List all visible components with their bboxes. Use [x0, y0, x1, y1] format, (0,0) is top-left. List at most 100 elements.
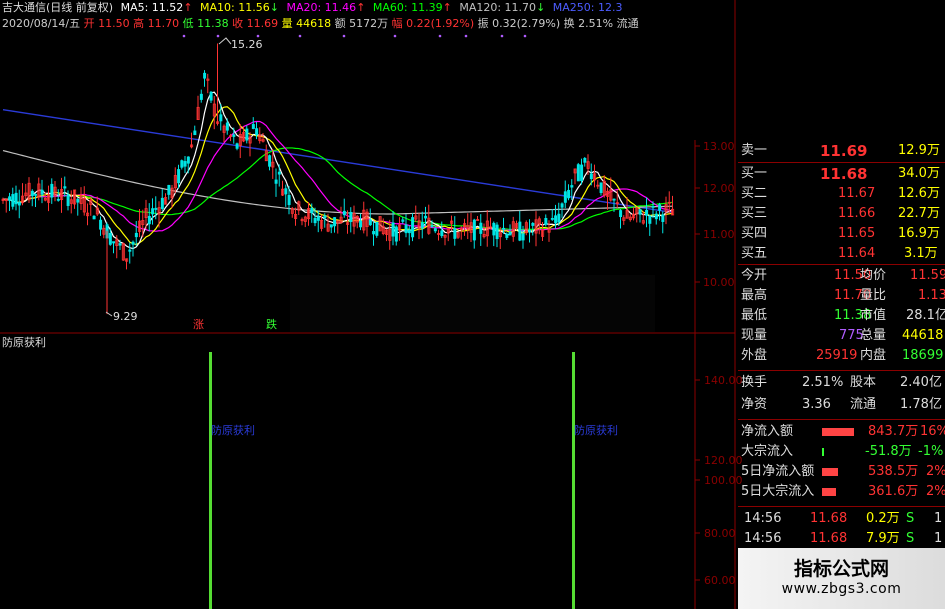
candle-body — [433, 228, 437, 232]
bid-label: 买五 — [741, 246, 768, 261]
tick-side: S — [906, 511, 915, 526]
candle-body — [372, 231, 376, 235]
marker-dot — [500, 34, 504, 38]
bid-row[interactable]: 买一 11.68 34.0万 — [738, 164, 945, 184]
candle-body — [63, 186, 67, 189]
stat-label: 市值 — [860, 308, 887, 323]
candle-body — [30, 190, 34, 197]
stat-label: 净资 — [741, 397, 768, 412]
stat-row: 现量 775 总量 44618 — [738, 326, 945, 346]
candle-body — [612, 198, 616, 201]
candle-body — [583, 157, 587, 163]
ask-label: 卖一 — [741, 143, 768, 158]
candle-body — [151, 208, 155, 215]
marker-dot — [216, 34, 220, 38]
bid-row[interactable]: 买五 11.64 3.1万 — [738, 244, 945, 264]
close-value: 收 11.69 — [232, 17, 279, 30]
candle-body — [651, 206, 655, 208]
amplitude-value: 振 0.32(2.79%) — [477, 17, 561, 30]
candle-body — [531, 222, 535, 226]
candle-body — [14, 192, 18, 205]
candle-body — [391, 222, 395, 237]
candle-body — [440, 230, 444, 237]
candle-body — [193, 130, 197, 136]
indicator-axis-label: 100.00 — [704, 474, 743, 487]
candle-body — [112, 241, 116, 244]
flow-pct: -1% — [918, 444, 944, 459]
tick-side: S — [906, 531, 915, 546]
indicator-signal-label: 防原获利 — [211, 424, 255, 437]
stat-value: 44618 — [902, 328, 944, 343]
candle-body — [508, 232, 512, 236]
bar-date: 2020/08/14/五 — [2, 17, 81, 30]
candle-body — [17, 202, 21, 206]
stat-label: 股本 — [850, 375, 877, 390]
price-axis-label: 12.00 — [703, 182, 735, 195]
stat-value: 11.59 — [910, 268, 945, 283]
ask-row[interactable]: 卖一 11.69 12.9万 — [738, 141, 945, 161]
candle-body — [518, 221, 522, 241]
marker-dot — [464, 34, 468, 38]
stat-row: 换手 2.51% 股本 2.40亿 — [738, 373, 945, 393]
stat-label: 均价 — [860, 268, 887, 283]
indicator-axis-label: 120.00 — [704, 454, 743, 467]
candle-body — [557, 213, 561, 223]
tick-volume: 0.2万 — [866, 511, 900, 526]
candle-body — [313, 217, 317, 224]
price-axis-label: 10.00 — [703, 276, 735, 289]
ask-price: 11.69 — [820, 142, 868, 160]
flow-bar — [822, 488, 836, 496]
candle-body — [167, 184, 171, 195]
tick-time: 14:56 — [744, 531, 782, 546]
candle-body — [251, 124, 255, 129]
top-marker-dots — [182, 34, 527, 38]
flow-bar — [822, 468, 838, 476]
candle-body — [134, 232, 138, 238]
stat-label: 流通 — [850, 397, 877, 412]
ma20-label: MA20: 11.46 — [286, 1, 357, 14]
flow-value: 538.5万 — [868, 464, 919, 479]
flow-value: 361.6万 — [868, 484, 919, 499]
bid-row[interactable]: 买二 11.67 12.6万 — [738, 184, 945, 204]
tick-row: 14:56 11.68 0.2万 S 1 — [738, 509, 945, 529]
tick-price: 11.68 — [810, 511, 848, 526]
stock-title: 吉大通信(日线 前复权) — [2, 1, 114, 14]
candle-body — [576, 164, 580, 182]
ma120-label: MA120: 11.70 — [459, 1, 537, 14]
bid-row[interactable]: 买四 11.65 16.9万 — [738, 224, 945, 244]
flow-bar — [822, 428, 854, 436]
candle-body — [479, 222, 483, 234]
stat-label: 总量 — [860, 328, 887, 343]
tick-count: 1 — [934, 511, 943, 526]
stat-label: 外盘 — [741, 348, 768, 363]
flow-label: 5日大宗流入 — [741, 484, 815, 499]
bid-volume: 12.6万 — [898, 186, 940, 201]
stat-row: 最高 11.70 量比 1.13 — [738, 286, 945, 306]
candle-body — [203, 72, 207, 79]
candle-body — [407, 229, 411, 234]
candle-body — [570, 185, 574, 188]
signal-bar — [209, 352, 212, 609]
candle-body — [11, 194, 15, 207]
candle-body — [648, 215, 652, 224]
stat-value: 1.13 — [918, 288, 945, 303]
flow-pct: 16% — [920, 424, 945, 439]
candle-body — [147, 215, 151, 225]
bid-volume: 22.7万 — [898, 206, 940, 221]
change-value: 幅 0.22(1.92%) — [391, 17, 475, 30]
candle-body — [404, 224, 408, 234]
candle-body — [411, 217, 415, 238]
candle-body — [255, 128, 259, 136]
bid-row[interactable]: 买三 11.66 22.7万 — [738, 204, 945, 224]
candle-body — [661, 214, 665, 222]
low-value: 低 11.38 — [182, 17, 229, 30]
candle-body — [599, 182, 603, 193]
flow-row: 5日净流入额 538.5万 2% — [738, 462, 945, 482]
stat-label: 最高 — [741, 288, 768, 303]
flow-pct: 2% — [926, 484, 945, 499]
candle-body — [502, 227, 506, 230]
candle-body — [274, 179, 278, 184]
open-value: 开 11.50 — [83, 17, 130, 30]
candle-body — [554, 215, 558, 224]
flow-bar — [822, 448, 824, 456]
